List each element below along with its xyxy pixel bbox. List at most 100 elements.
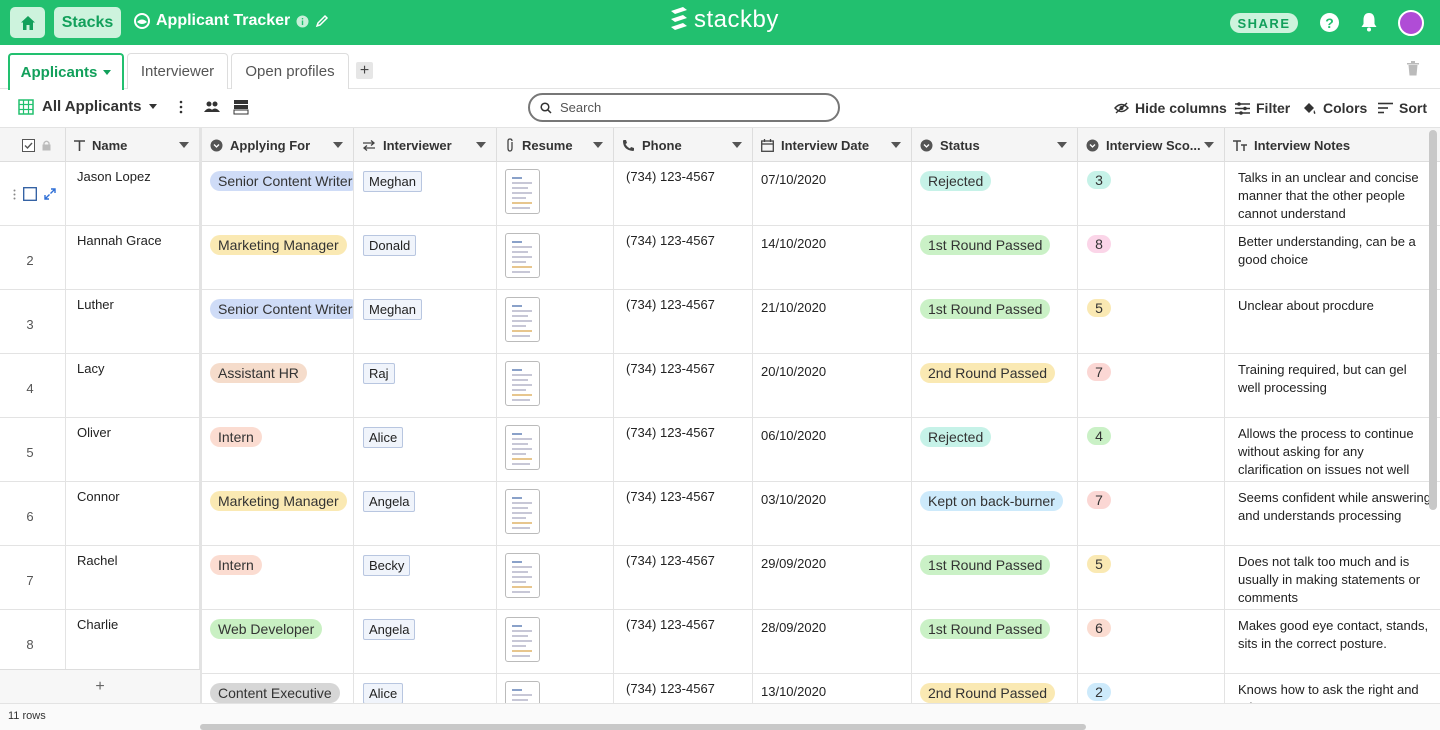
cell-applying-for[interactable]: Intern bbox=[202, 418, 354, 482]
view-selector[interactable]: All Applicants bbox=[18, 98, 158, 115]
cell-interview-date[interactable]: 29/09/2020 bbox=[753, 546, 912, 610]
cell-interview-notes[interactable]: Training required, but can gel well proc… bbox=[1225, 354, 1440, 418]
caret-down-icon[interactable] bbox=[476, 142, 486, 148]
share-button[interactable]: SHARE bbox=[1230, 13, 1298, 33]
cell-interviewer[interactable]: Becky bbox=[354, 546, 497, 610]
bell-icon[interactable] bbox=[1360, 12, 1378, 32]
cell-interviewer[interactable]: Meghan bbox=[354, 162, 497, 226]
cell-name[interactable]: Lacy bbox=[66, 354, 200, 418]
cell-phone[interactable]: (734) 123-4567 bbox=[614, 610, 753, 674]
cell-interview-score[interactable]: 7 bbox=[1078, 354, 1225, 418]
cell-interview-score[interactable]: 6 bbox=[1078, 610, 1225, 674]
cell-interview-score[interactable]: 2 bbox=[1078, 674, 1225, 703]
caret-down-icon[interactable] bbox=[1204, 142, 1214, 148]
cell-phone[interactable]: (734) 123-4567 bbox=[614, 546, 753, 610]
column-header-status[interactable]: Status bbox=[912, 128, 1078, 162]
cell-status[interactable]: Kept on back-burner bbox=[912, 482, 1078, 546]
column-header-phone[interactable]: Phone bbox=[614, 128, 753, 162]
home-button[interactable] bbox=[10, 7, 45, 38]
edit-pencil-icon[interactable] bbox=[315, 14, 329, 28]
cell-phone[interactable]: (734) 123-4567 bbox=[614, 162, 753, 226]
table-row[interactable]: Jason Lopez Senior Content Writer Meghan (7… bbox=[0, 162, 1440, 226]
cell-interviewer[interactable]: Angela bbox=[354, 482, 497, 546]
cell-status[interactable]: 1st Round Passed bbox=[912, 546, 1078, 610]
table-row[interactable]: 4 Lacy Assistant HR Raj (734) 123-4567 20/10/… bbox=[0, 354, 1440, 418]
cell-interview-date[interactable]: 13/10/2020 bbox=[753, 674, 912, 703]
cell-interview-score[interactable]: 8 bbox=[1078, 226, 1225, 290]
cell-interview-score[interactable]: 3 bbox=[1078, 162, 1225, 226]
cell-interview-notes[interactable]: Talks in an unclear and concise manner t… bbox=[1225, 162, 1440, 226]
row-checkbox-icon[interactable] bbox=[23, 187, 37, 201]
cell-interview-notes[interactable]: Does not talk too much and is usually in… bbox=[1225, 546, 1440, 610]
frozen-column-divider[interactable] bbox=[199, 128, 202, 703]
resume-thumbnail[interactable] bbox=[505, 553, 540, 598]
cell-phone[interactable]: (734) 123-4567 bbox=[614, 482, 753, 546]
stacks-button[interactable]: Stacks bbox=[54, 7, 121, 38]
cell-interviewer[interactable]: Alice bbox=[354, 674, 497, 703]
cell-interview-date[interactable]: 20/10/2020 bbox=[753, 354, 912, 418]
cell-status[interactable]: 1st Round Passed bbox=[912, 226, 1078, 290]
cell-interview-date[interactable]: 14/10/2020 bbox=[753, 226, 912, 290]
cell-interview-date[interactable]: 06/10/2020 bbox=[753, 418, 912, 482]
cell-interviewer[interactable]: Meghan bbox=[354, 290, 497, 354]
caret-down-icon[interactable] bbox=[593, 142, 603, 148]
caret-down-icon[interactable] bbox=[333, 142, 343, 148]
expand-row-icon[interactable] bbox=[44, 188, 56, 200]
cell-phone[interactable]: (734) 123-4567 bbox=[614, 354, 753, 418]
sort-button[interactable]: Sort bbox=[1378, 100, 1427, 116]
cell-name[interactable]: Rachel bbox=[66, 546, 200, 610]
collaborators-icon[interactable] bbox=[204, 101, 220, 113]
cell-applying-for[interactable]: Marketing Manager bbox=[202, 482, 354, 546]
cell-interviewer[interactable]: Raj bbox=[354, 354, 497, 418]
add-tab-button[interactable]: + bbox=[356, 62, 373, 79]
table-row[interactable]: 8 Charlie Web Developer Angela (734) 123-456… bbox=[0, 610, 1440, 674]
cell-phone[interactable]: (734) 123-4567 bbox=[614, 418, 753, 482]
cell-applying-for[interactable]: Content Executive bbox=[202, 674, 354, 703]
table-row[interactable]: 7 Rachel Intern Becky (734) 123-4567 29/09/20… bbox=[0, 546, 1440, 610]
cell-applying-for[interactable]: Marketing Manager bbox=[202, 226, 354, 290]
interviewer-tag[interactable]: Donald bbox=[363, 235, 417, 256]
cell-resume[interactable] bbox=[497, 610, 614, 674]
tab-open-profiles[interactable]: Open profiles bbox=[231, 53, 349, 89]
cell-interview-notes[interactable]: Better understanding, can be a good choi… bbox=[1225, 226, 1440, 290]
interviewer-tag[interactable]: Angela bbox=[363, 491, 416, 512]
resume-thumbnail[interactable] bbox=[505, 489, 540, 534]
column-header-interview-score[interactable]: Interview Sco... bbox=[1078, 128, 1225, 162]
resume-thumbnail[interactable] bbox=[505, 361, 540, 406]
select-all-checkbox-icon[interactable] bbox=[22, 138, 35, 152]
cell-name[interactable]: Oliver bbox=[66, 418, 200, 482]
cell-interview-score[interactable]: 5 bbox=[1078, 290, 1225, 354]
cell-status[interactable]: 2nd Round Passed bbox=[912, 674, 1078, 703]
add-row-button[interactable]: + bbox=[0, 669, 200, 703]
cell-interview-notes[interactable]: Unclear about procdure bbox=[1225, 290, 1440, 354]
info-icon[interactable] bbox=[296, 15, 309, 28]
cell-interview-score[interactable]: 4 bbox=[1078, 418, 1225, 482]
filter-button[interactable]: Filter bbox=[1235, 100, 1290, 116]
cell-interview-notes[interactable]: Makes good eye contact, stands, sits in … bbox=[1225, 610, 1440, 674]
caret-down-icon[interactable] bbox=[732, 142, 742, 148]
trash-icon[interactable] bbox=[1406, 61, 1420, 76]
cell-resume[interactable] bbox=[497, 226, 614, 290]
resume-thumbnail[interactable] bbox=[505, 425, 540, 470]
cell-status[interactable]: 1st Round Passed bbox=[912, 610, 1078, 674]
table-row[interactable]: 9Content ExecutiveAlice(734) 123-456713/… bbox=[0, 674, 1440, 703]
cell-resume[interactable] bbox=[497, 482, 614, 546]
resume-thumbnail[interactable] bbox=[505, 169, 540, 214]
row-height-icon[interactable] bbox=[233, 99, 249, 115]
resume-thumbnail[interactable] bbox=[505, 297, 540, 342]
app-title[interactable]: Applicant Tracker bbox=[156, 12, 290, 30]
cell-phone[interactable]: (734) 123-4567 bbox=[614, 674, 753, 703]
cell-interview-score[interactable]: 5 bbox=[1078, 546, 1225, 610]
interviewer-tag[interactable]: Angela bbox=[363, 619, 416, 640]
search-bar[interactable] bbox=[528, 93, 840, 122]
caret-down-icon[interactable] bbox=[891, 142, 901, 148]
interviewer-tag[interactable]: Becky bbox=[363, 555, 411, 576]
resume-thumbnail[interactable] bbox=[505, 681, 540, 703]
more-vertical-icon[interactable] bbox=[178, 100, 184, 114]
cell-status[interactable]: 1st Round Passed bbox=[912, 290, 1078, 354]
drag-handle-icon[interactable] bbox=[13, 189, 16, 200]
cell-applying-for[interactable]: Senior Content Writer bbox=[202, 162, 354, 226]
table-row[interactable]: 2 Hannah Grace Marketing Manager Donald (734… bbox=[0, 226, 1440, 290]
horizontal-scrollbar[interactable] bbox=[200, 724, 1086, 730]
cell-status[interactable]: Rejected bbox=[912, 162, 1078, 226]
